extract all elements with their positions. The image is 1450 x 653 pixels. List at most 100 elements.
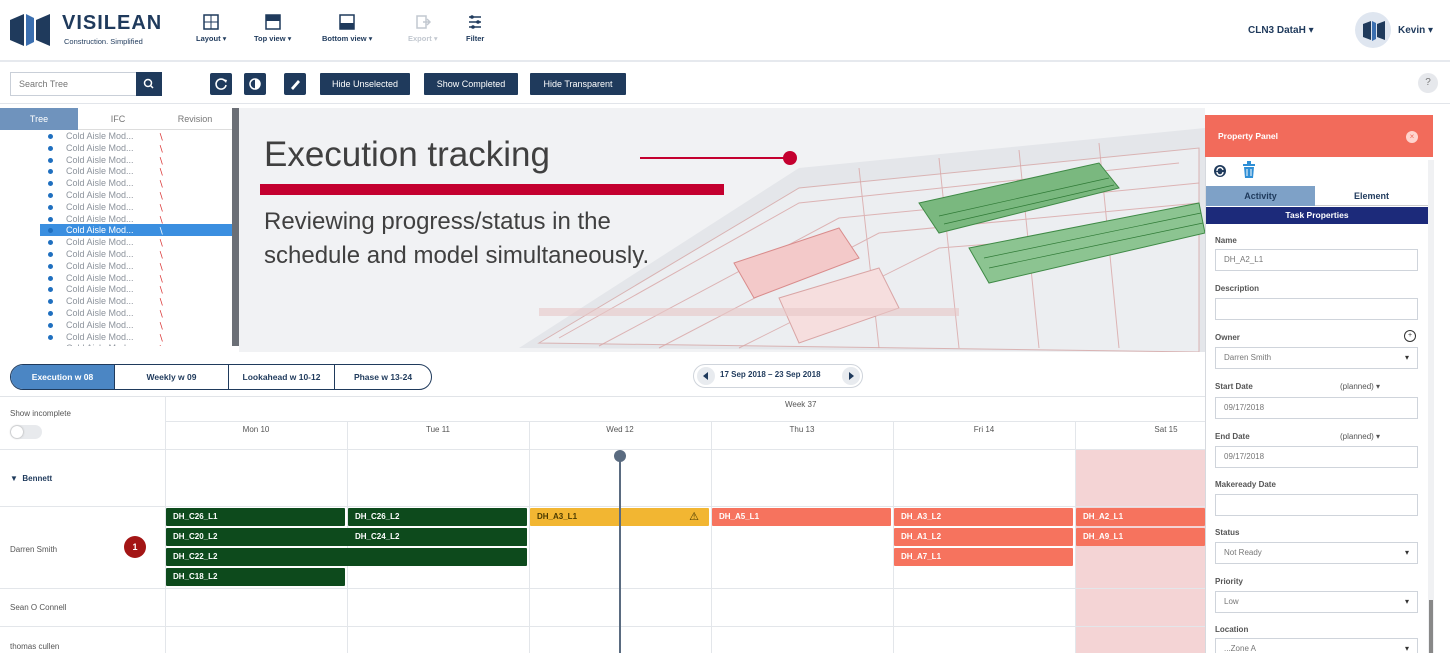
panel-splitter[interactable] (232, 108, 239, 346)
day-header-mon: Mon 10 (242, 425, 270, 434)
tab-ifc[interactable]: IFC (78, 108, 158, 130)
search-button[interactable] (136, 72, 162, 96)
person-thomas-cullen: thomas cullen (10, 642, 60, 651)
next-week-button[interactable] (842, 367, 860, 385)
tab-execution[interactable]: Execution w 08 (11, 365, 115, 389)
tree-item[interactable]: Cold Aisle Mod...∖ (40, 295, 232, 307)
layout-icon (203, 14, 219, 30)
today-marker-dot[interactable] (614, 450, 626, 462)
weekend-shading (1076, 450, 1205, 653)
task-bar[interactable]: DH_A2_L1 (1076, 508, 1205, 526)
search-tree-input[interactable] (10, 72, 136, 96)
tree-item[interactable]: Cold Aisle Mod...∖ (40, 165, 232, 177)
owner-select[interactable]: Darren Smith ▾ (1215, 347, 1418, 369)
tree-item[interactable]: Cold Aisle Mod...∖ (40, 130, 232, 142)
task-bar[interactable]: DH_C24_L2 (348, 528, 527, 546)
bottom-view-menu[interactable]: Bottom view ▾ (322, 14, 372, 43)
trash-icon[interactable] (1242, 161, 1256, 179)
tab-revision[interactable]: Revision (158, 108, 232, 130)
filter-menu-label: Filter (466, 34, 485, 43)
tab-weekly[interactable]: Weekly w 09 (115, 365, 229, 389)
task-bar[interactable]: DH_C22_L2 (166, 548, 527, 566)
top-view-menu[interactable]: Top view ▾ (254, 14, 291, 43)
task-bar[interactable]: DH_C26_L2 (348, 508, 527, 526)
task-bar[interactable]: DH_A7_L1 (894, 548, 1073, 566)
tree-list: Cold Aisle Mod... ∖ Cold Aisle Mod... ∖ Cold… (0, 130, 232, 346)
bullet-icon (48, 240, 53, 246)
tab-phase[interactable]: Phase w 13-24 (335, 365, 431, 389)
show-completed-button[interactable]: Show Completed (424, 73, 518, 95)
tree-item[interactable]: Cold Aisle Mod...∖ (40, 272, 232, 284)
bullet-icon (48, 181, 53, 187)
task-bar[interactable]: DH_C26_L1 (166, 508, 345, 526)
task-bar[interactable]: DH_A1_L2 (894, 528, 1073, 546)
tree-item[interactable]: Cold Aisle Mod...∖ (40, 342, 232, 346)
priority-select[interactable]: Low ▾ (1215, 591, 1418, 613)
tree-item-label: Cold Aisle Mod... (66, 213, 134, 224)
hide-unselected-button[interactable]: Hide Unselected (320, 73, 410, 95)
paint-button[interactable] (284, 73, 306, 95)
tree-item[interactable]: Cold Aisle Mod...∖ (40, 154, 232, 166)
issue-count-badge[interactable]: 1 (124, 536, 146, 558)
user-menu[interactable]: Kevin ▾ (1398, 25, 1433, 36)
overlay-subtitle-line1: Reviewing progress/status in the (264, 208, 611, 235)
tree-item[interactable]: Cold Aisle Mod...∖ (40, 189, 232, 201)
hide-transparent-button[interactable]: Hide Transparent (530, 73, 626, 95)
task-bar[interactable]: DH_A3_L2 (894, 508, 1073, 526)
tree-item[interactable]: Cold Aisle Mod...∖ (40, 248, 232, 260)
group-header[interactable]: ▼ Bennett (10, 474, 52, 483)
status-value: Not Ready (1224, 548, 1262, 557)
date-range-label: 17 Sep 2018 – 23 Sep 2018 (720, 370, 821, 379)
prev-week-button[interactable] (697, 367, 715, 385)
export-menu[interactable]: Export ▾ (408, 14, 438, 43)
tree-item[interactable]: Cold Aisle Mod...∖ (40, 260, 232, 272)
sync-icon[interactable] (1213, 163, 1227, 179)
tree-item[interactable]: Cold Aisle Mod...∖ (40, 142, 232, 154)
end-date-mode[interactable]: (planned) ▾ (1340, 432, 1380, 441)
name-field[interactable]: DH_A2_L1 (1215, 249, 1418, 271)
location-select[interactable]: ...Zone A ▾ (1215, 638, 1418, 653)
help-button[interactable]: ? (1418, 73, 1438, 93)
toggle-knob[interactable] (11, 426, 23, 438)
tab-activity[interactable]: Activity (1206, 186, 1315, 206)
bullet-icon (48, 311, 53, 316)
project-selector[interactable]: CLN3 DataH ▾ (1248, 25, 1314, 36)
tree-item[interactable]: Cold Aisle Mod...∖ (40, 201, 232, 213)
tab-lookahead[interactable]: Lookahead w 10-12 (229, 365, 335, 389)
status-select[interactable]: Not Ready ▾ (1215, 542, 1418, 564)
tree-item[interactable]: Cold Aisle Mod...∖ (40, 236, 232, 248)
tree-item[interactable]: Cold Aisle Mod...∖ (40, 213, 232, 225)
task-bar[interactable]: DH_A5_L1 (712, 508, 891, 526)
makeready-date-field[interactable] (1215, 494, 1418, 516)
overlay-subtitle-line2: schedule and model simultaneously. (264, 242, 650, 269)
tab-element[interactable]: Element (1315, 186, 1428, 206)
tab-tree[interactable]: Tree (0, 108, 78, 130)
start-date-mode[interactable]: (planned) ▾ (1340, 382, 1380, 391)
start-date-field[interactable]: 09/17/2018 (1215, 397, 1418, 419)
bullet-icon (48, 322, 53, 328)
property-panel-scrollbar[interactable] (1428, 160, 1434, 653)
tree-item[interactable]: Cold Aisle Mod...∖ (40, 177, 232, 189)
task-bar[interactable]: DH_A9_L1 (1076, 528, 1205, 546)
tree-item-label: Cold Aisle Mod... (66, 225, 134, 236)
close-button[interactable]: × (1406, 131, 1418, 143)
task-properties-section[interactable]: Task Properties (1206, 207, 1428, 224)
person-darren-smith: Darren Smith (10, 545, 58, 554)
task-bar[interactable]: DH_C18_L2 (166, 568, 345, 586)
tree-item[interactable]: Cold Aisle Mod...∖ (40, 307, 232, 319)
avatar[interactable] (1355, 12, 1391, 48)
layout-menu[interactable]: Layout ▾ (196, 14, 226, 43)
tree-item[interactable]: Cold Aisle Mod...∖ (40, 224, 232, 236)
tree-item[interactable]: Cold Aisle Mod...∖ (40, 319, 232, 331)
bullet-icon (48, 193, 53, 198)
end-date-field[interactable]: 09/17/2018 (1215, 446, 1418, 468)
tree-item[interactable]: Cold Aisle Mod...∖ (40, 331, 232, 343)
scrollbar-thumb[interactable] (1429, 600, 1433, 653)
description-field[interactable] (1215, 298, 1418, 320)
visibility-button[interactable] (244, 73, 266, 95)
tree-item[interactable]: Cold Aisle Mod...∖ (40, 283, 232, 295)
owner-add-icon[interactable]: + (1404, 330, 1416, 342)
filter-menu[interactable]: Filter (466, 14, 484, 43)
bullet-icon (48, 145, 53, 151)
refresh-button[interactable] (210, 73, 232, 95)
